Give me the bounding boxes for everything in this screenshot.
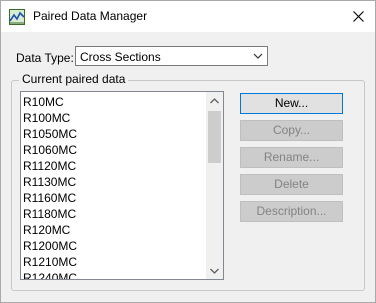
window-title: Paired Data Manager [33,9,148,23]
description-button[interactable]: Description... [240,201,343,222]
scroll-thumb[interactable] [208,111,221,163]
list-item[interactable]: R1060MC [23,142,77,158]
data-type-selected-value: Cross Sections [80,50,161,64]
paired-data-manager-window: Paired Data Manager Data Type: Cross Sec… [0,0,376,303]
close-icon [352,11,364,22]
list-item[interactable]: R1130MC [23,174,76,190]
new-button[interactable]: New... [240,93,343,114]
list-item[interactable]: R1050MC [23,126,77,142]
list-item[interactable]: R1240MC [23,270,77,279]
data-type-dropdown[interactable]: Cross Sections [75,46,268,66]
chevron-down-icon [253,53,263,59]
title-bar: Paired Data Manager [1,1,375,32]
close-button[interactable] [341,1,375,32]
list-item[interactable]: R1120MC [23,158,76,174]
rename-button[interactable]: Rename... [240,147,343,168]
list-item[interactable]: R1180MC [23,206,76,222]
list-item[interactable]: R120MC [23,222,70,238]
list-item[interactable]: R1160MC [23,190,76,206]
data-type-label: Data Type: [16,51,74,65]
paired-data-list[interactable]: R10MC R100MC R1050MC R1060MC R1120MC R11… [20,91,224,280]
group-legend: Current paired data [19,72,129,86]
scroll-up-button[interactable] [206,92,223,109]
list-scrollbar[interactable] [206,92,223,279]
delete-button[interactable]: Delete [240,174,343,195]
app-icon [9,9,25,25]
list-item[interactable]: R1210MC [23,254,77,270]
list-item[interactable]: R1200MC [23,238,77,254]
chevron-up-icon [210,97,219,103]
copy-button[interactable]: Copy... [240,120,343,141]
list-item[interactable]: R10MC [23,94,64,110]
list-item[interactable]: R100MC [23,110,70,126]
chevron-down-icon [210,268,219,274]
scroll-down-button[interactable] [206,262,223,279]
